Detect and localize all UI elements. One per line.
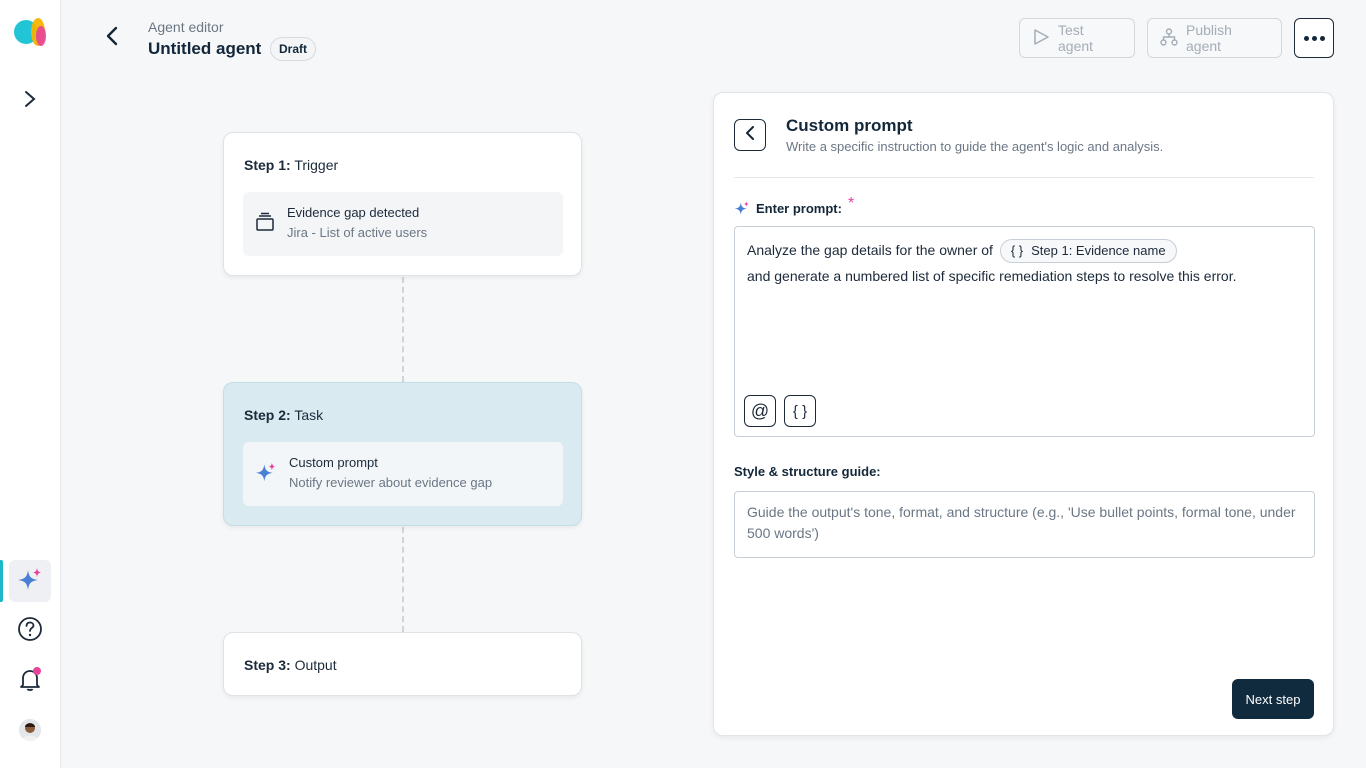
publish-agent-label: Publish agent xyxy=(1186,22,1232,54)
next-step-button[interactable]: Next step xyxy=(1232,679,1314,719)
help-nav-button[interactable] xyxy=(9,610,51,652)
style-guide-input[interactable]: Guide the output's tone, format, and str… xyxy=(734,491,1315,558)
publish-agent-button[interactable]: Publish agent xyxy=(1147,18,1282,58)
panel-title: Custom prompt xyxy=(786,116,913,135)
more-icon xyxy=(1303,35,1325,41)
step-1-item-subtitle: Jira - List of active users xyxy=(287,225,428,240)
step-1-label: Step 1: Trigger xyxy=(244,157,339,173)
variable-chip[interactable]: { } Step 1: Evidence name xyxy=(999,239,1177,264)
step-1-card[interactable]: Step 1: Trigger Evidence gap detected Ji… xyxy=(223,132,582,276)
panel-divider xyxy=(734,177,1314,178)
help-icon xyxy=(17,616,43,647)
step-1-item[interactable]: Evidence gap detected Jira - List of act… xyxy=(243,192,563,256)
workflow-icon xyxy=(1160,27,1178,49)
user-avatar[interactable] xyxy=(19,719,41,741)
step-2-label: Step 2: Task xyxy=(244,407,324,423)
stack-icon xyxy=(255,212,275,237)
side-nav xyxy=(0,0,61,768)
step-2-item-title: Custom prompt xyxy=(289,455,378,470)
required-marker: * xyxy=(847,195,855,212)
expand-nav-button[interactable] xyxy=(9,80,51,122)
sparkle-icon xyxy=(734,200,750,216)
at-icon: @ xyxy=(750,400,770,421)
custom-prompt-panel: Custom prompt Write a specific instructi… xyxy=(713,92,1334,736)
step-1-item-title: Evidence gap detected xyxy=(287,205,420,220)
page-title: Untitled agent xyxy=(148,39,262,58)
step-connector xyxy=(402,527,404,632)
test-agent-label: Test agent xyxy=(1058,22,1094,54)
app-logo[interactable] xyxy=(14,16,48,48)
play-icon xyxy=(1032,28,1050,49)
chevron-left-icon xyxy=(105,26,119,51)
panel-back-button[interactable] xyxy=(734,119,766,151)
prompt-label: Enter prompt: * xyxy=(734,195,854,217)
sparkle-icon xyxy=(255,461,277,488)
test-agent-button[interactable]: Test agent xyxy=(1019,18,1135,58)
mention-button[interactable]: @ xyxy=(744,395,776,427)
insert-variable-button[interactable]: { } xyxy=(784,395,816,427)
step-2-card[interactable]: Step 2: Task Custom prompt Notify review… xyxy=(223,382,582,526)
step-3-label: Step 3: Output xyxy=(244,657,337,673)
step-2-item[interactable]: Custom prompt Notify reviewer about evid… xyxy=(243,442,563,506)
sparkle-icon xyxy=(17,566,43,597)
status-badge: Draft xyxy=(270,37,317,61)
more-options-button[interactable] xyxy=(1294,18,1334,58)
chevron-right-icon xyxy=(24,90,36,113)
step-connector xyxy=(402,277,404,382)
breadcrumb: Agent editor xyxy=(148,19,224,35)
notifications-nav-button[interactable] xyxy=(9,660,51,702)
braces-icon: { } xyxy=(1010,243,1024,259)
braces-icon: { } xyxy=(792,402,808,420)
panel-subtitle: Write a specific instruction to guide th… xyxy=(786,139,1164,154)
back-button[interactable] xyxy=(98,24,126,52)
bell-icon xyxy=(17,666,43,697)
step-3-card[interactable]: Step 3: Output xyxy=(223,632,582,696)
style-guide-label: Style & structure guide: xyxy=(734,464,881,479)
step-2-item-subtitle: Notify reviewer about evidence gap xyxy=(289,475,493,490)
chevron-left-icon xyxy=(745,125,755,145)
ai-agents-nav-button[interactable] xyxy=(9,560,51,602)
prompt-input[interactable]: Analyze the gap details for the owner of… xyxy=(734,226,1315,437)
prompt-text[interactable]: Analyze the gap details for the owner of… xyxy=(747,237,1307,289)
active-indicator xyxy=(0,560,3,602)
